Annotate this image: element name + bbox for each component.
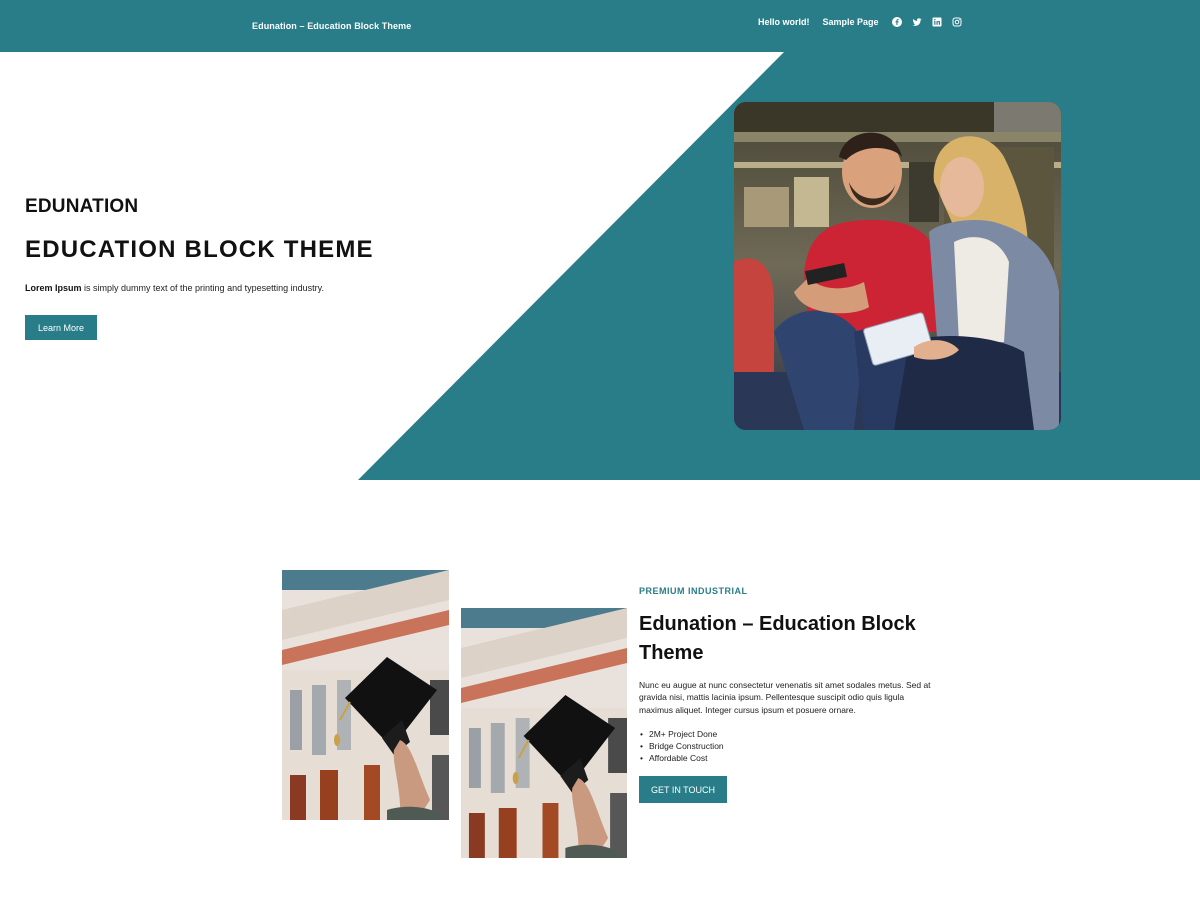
linkedin-icon[interactable]	[932, 17, 942, 27]
twitter-icon[interactable]	[912, 17, 922, 27]
graduation-cap-photo	[282, 570, 449, 820]
list-item: 2M+ Project Done	[639, 728, 939, 740]
feature-list: 2M+ Project Done Bridge Construction Aff…	[639, 728, 939, 764]
hero-description: Lorem Ipsum is simply dummy text of the …	[25, 283, 445, 293]
social-icons	[891, 17, 972, 27]
list-item: Bridge Construction	[639, 740, 939, 752]
instagram-icon[interactable]	[952, 17, 962, 27]
about-title: Edunation – Education Block Theme	[639, 613, 916, 664]
main-nav: Hello world! Sample Page	[758, 17, 972, 27]
graduation-cap-photo	[461, 608, 627, 858]
about-description: Nunc eu augue at nunc consectetur venena…	[639, 680, 931, 715]
about-kicker: PREMIUM INDUSTRIAL	[639, 586, 748, 596]
hero-description-text: is simply dummy text of the printing and…	[81, 283, 324, 293]
learn-more-button[interactable]: Learn More	[25, 315, 97, 340]
site-header: Edunation – Education Block Theme Hello …	[0, 0, 1200, 52]
nav-item-hello-world[interactable]: Hello world!	[758, 17, 810, 27]
list-item: Affordable Cost	[639, 752, 939, 764]
hero-description-bold: Lorem Ipsum	[25, 283, 82, 293]
hero-kicker: EDUNATION	[25, 196, 139, 217]
students-sitting-photo	[734, 102, 1061, 430]
hero-content: EDUNATION EDUCATION BLOCK THEME Lorem Ip…	[25, 196, 445, 293]
hero-title: EDUCATION BLOCK THEME	[25, 236, 374, 263]
nav-item-sample-page[interactable]: Sample Page	[823, 17, 879, 27]
site-title[interactable]: Edunation – Education Block Theme	[252, 21, 411, 31]
about-content: PREMIUM INDUSTRIAL Edunation – Education…	[639, 586, 939, 764]
get-in-touch-button[interactable]: GET IN TOUCH	[639, 776, 727, 803]
facebook-icon[interactable]	[891, 17, 902, 27]
